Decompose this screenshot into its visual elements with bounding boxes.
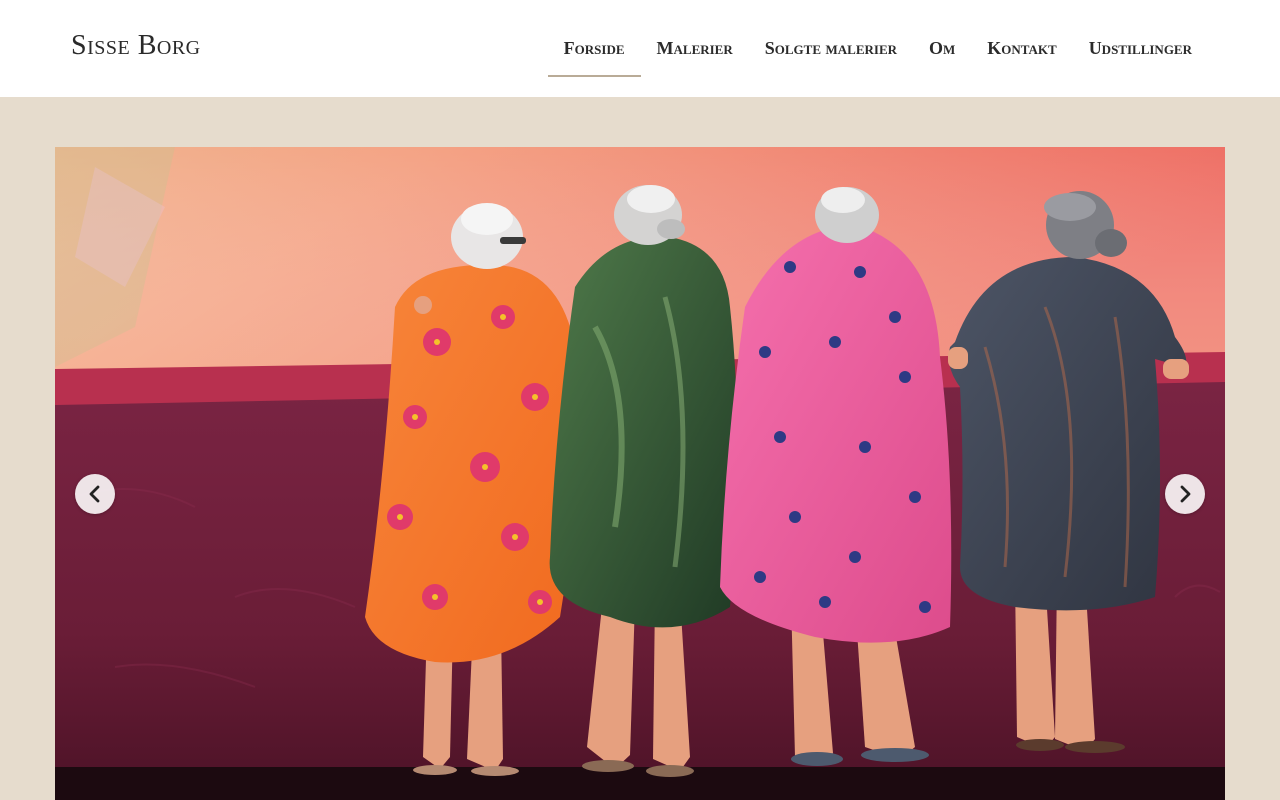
painting-slideshow[interactable] xyxy=(55,147,1225,800)
nav-item-udstillinger[interactable]: Udstillinger xyxy=(1073,0,1208,77)
nav-item-kontakt[interactable]: Kontakt xyxy=(971,0,1072,77)
nav-item-om[interactable]: Om xyxy=(913,0,971,77)
main-nav: Forside Malerier Solgte malerier Om Kont… xyxy=(547,0,1208,97)
slider-prev-button[interactable] xyxy=(75,474,115,514)
site-header: Sisse Borg Forside Malerier Solgte maler… xyxy=(0,0,1280,97)
chevron-left-icon xyxy=(89,485,100,503)
site-brand[interactable]: Sisse Borg xyxy=(71,30,201,62)
painting-image xyxy=(55,147,1225,800)
nav-item-malerier[interactable]: Malerier xyxy=(641,0,749,77)
chevron-right-icon xyxy=(1180,485,1191,503)
nav-item-solgte-malerier[interactable]: Solgte malerier xyxy=(749,0,913,77)
slider-next-button[interactable] xyxy=(1165,474,1205,514)
nav-item-forside[interactable]: Forside xyxy=(547,0,641,77)
